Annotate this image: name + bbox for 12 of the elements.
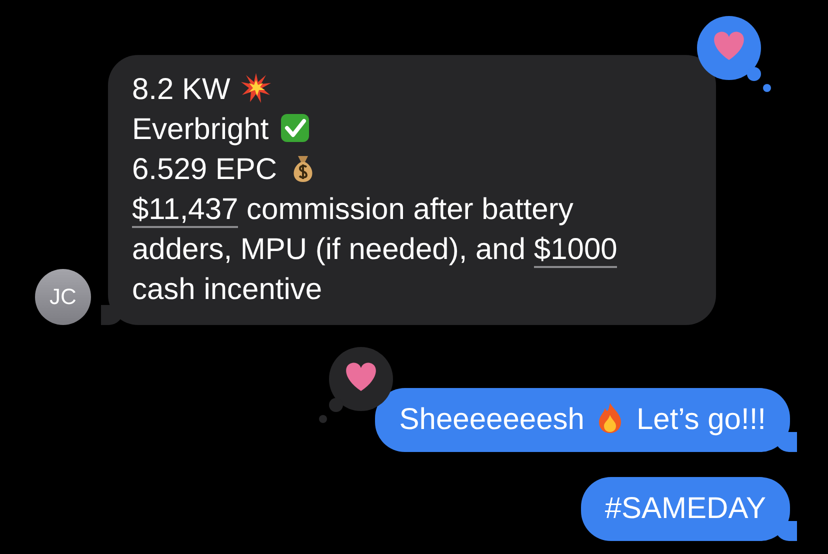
message-text: Everbright [132,113,269,146]
check-mark-icon [278,112,311,144]
message-text: Let’s go!!! [636,403,766,436]
message-text: 8.2 KW [132,73,230,106]
amount-link[interactable]: $11,437 [132,193,238,228]
message-text: #SAMEDAY [604,491,766,527]
message-text: $11,437 commission after battery adders, MPU (if needed), and $1000 cash incentive [132,192,618,308]
amount-link[interactable]: $1000 [534,233,618,268]
collision-icon [240,72,272,104]
avatar: JC [35,269,91,325]
message-text: Sheeeeeeesh [399,403,584,436]
message-text: 6.529 EPC [132,153,278,186]
